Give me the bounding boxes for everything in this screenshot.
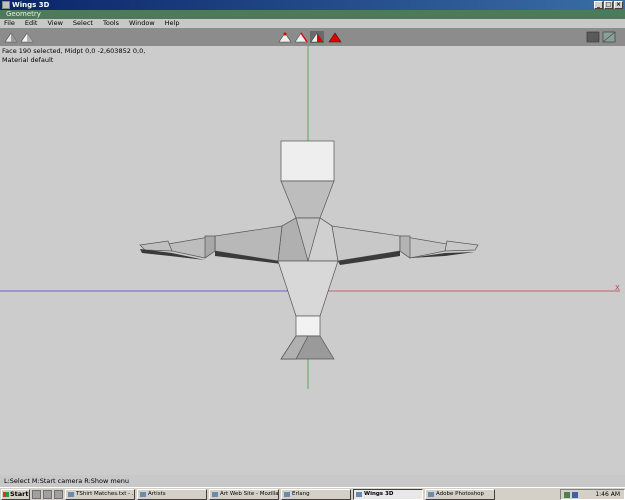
taskbar-item-tshirt[interactable]: TShirt Matches.txt - ... <box>65 488 135 500</box>
taskbar-item-artists[interactable]: Artists <box>137 488 207 500</box>
tray-volume-icon[interactable] <box>572 491 578 498</box>
minimize-button[interactable]: _ <box>594 1 603 9</box>
perspective-icon[interactable] <box>602 31 616 43</box>
windows-taskbar: Start TShirt Matches.txt - ... Artists A… <box>0 487 625 500</box>
model-head <box>280 140 335 182</box>
system-tray: 1:46 AM <box>560 488 625 500</box>
window-toggle-icon[interactable] <box>586 31 600 43</box>
window-titlebar[interactable]: Wings 3D _ □ × <box>0 0 625 10</box>
toolbar <box>0 28 625 46</box>
quicklaunch-desktop-icon[interactable] <box>32 489 41 499</box>
scene-canvas: X <box>0 46 620 389</box>
info-selection-text: Face 190 selected, Midpt 0,0 -2,603852 0… <box>2 47 146 55</box>
menu-edit[interactable]: Edit <box>25 19 38 28</box>
menu-window[interactable]: Window <box>129 19 155 28</box>
wings-app-icon <box>2 1 10 9</box>
taskbar-item-mozilla[interactable]: Art Web Site - Mozilla <box>209 488 279 500</box>
smooth-view-icon[interactable] <box>4 31 18 43</box>
quicklaunch-explorer-icon[interactable] <box>54 489 63 499</box>
menu-view[interactable]: View <box>47 19 62 28</box>
clock: 1:46 AM <box>595 490 620 498</box>
edge-mode-icon[interactable] <box>294 31 308 43</box>
status-text: L:Select M:Start camera R:Show menu <box>4 477 129 485</box>
body-mode-icon[interactable] <box>328 31 342 43</box>
info-material-text: Material default <box>2 56 54 64</box>
menu-tools[interactable]: Tools <box>103 19 119 28</box>
tray-network-icon[interactable] <box>564 491 570 498</box>
window-title: Wings 3D <box>12 1 50 9</box>
x-axis-label: X <box>615 284 620 292</box>
maximize-button[interactable]: □ <box>604 1 613 9</box>
quicklaunch-browser-icon[interactable] <box>43 489 52 499</box>
status-bar: L:Select M:Start camera R:Show menu <box>0 475 625 487</box>
menu-bar: File Edit View Select Tools Window Help <box>0 19 625 28</box>
selection-info: Face 190 selected, Midpt 0,0 -2,603852 0… <box>2 47 145 65</box>
model-torso <box>277 260 339 317</box>
character-model <box>139 140 479 360</box>
vertex-mode-icon[interactable] <box>278 31 292 43</box>
face-mode-icon[interactable] <box>310 31 324 43</box>
3d-viewport[interactable]: X Face 190 selected, Midpt 0,0 -2,603852… <box>0 46 625 475</box>
menu-help[interactable]: Help <box>165 19 180 28</box>
geometry-window-title: Geometry <box>0 10 625 19</box>
taskbar-item-photoshop[interactable]: Adobe Photoshop <box>425 488 495 500</box>
model-neck <box>280 180 335 219</box>
menu-select[interactable]: Select <box>73 19 93 28</box>
geometry-title: Geometry <box>6 10 41 18</box>
taskbar-item-wings3d[interactable]: Wings 3D <box>353 488 423 500</box>
menu-file[interactable]: File <box>4 19 15 28</box>
start-button[interactable]: Start <box>1 488 30 500</box>
wireframe-view-icon[interactable] <box>20 31 34 43</box>
taskbar-item-erlang[interactable]: Erlang <box>281 488 351 500</box>
close-button[interactable]: × <box>614 1 623 9</box>
